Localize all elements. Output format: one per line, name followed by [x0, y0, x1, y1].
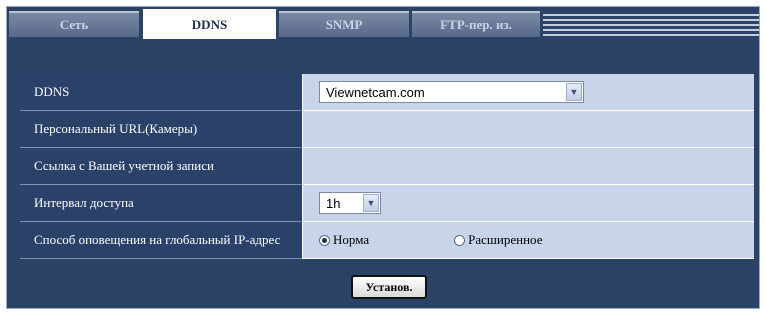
- row-access-interval: Интервал доступа 1h ▼: [20, 185, 754, 222]
- radio-extended[interactable]: Расширенное: [454, 232, 542, 248]
- personal-url-value: [302, 111, 754, 148]
- notification-label: Способ оповещения на глобальный IP-адрес: [20, 222, 302, 259]
- notification-radio-group: Норма Расширенное: [319, 232, 542, 248]
- tab-bar-stripes: [543, 11, 759, 37]
- personal-url-label: Персональный URL(Камеры): [20, 111, 302, 148]
- set-button[interactable]: Установ.: [351, 275, 427, 299]
- tab-network-label: Сеть: [59, 17, 89, 32]
- chevron-down-icon[interactable]: ▼: [566, 83, 582, 101]
- ddns-value-cell: Viewnetcam.com ▼: [302, 74, 754, 111]
- ddns-settings-table: DDNS Viewnetcam.com ▼ Персональный URL(К…: [20, 74, 754, 259]
- access-interval-select[interactable]: 1h ▼: [319, 192, 381, 214]
- tab-snmp[interactable]: SNMP: [279, 11, 409, 37]
- tab-ddns[interactable]: DDNS: [143, 9, 276, 39]
- tab-network[interactable]: Сеть: [9, 11, 139, 37]
- tab-bar: Сеть DDNS SNMP FTP-пер. из.: [7, 7, 759, 39]
- row-personal-url: Персональный URL(Камеры): [20, 111, 754, 148]
- account-link-value: [302, 148, 754, 185]
- tab-snmp-label: SNMP: [325, 17, 363, 32]
- row-notification: Способ оповещения на глобальный IP-адрес…: [20, 222, 754, 259]
- tab-ftp-label: FTP-пер. из.: [440, 17, 512, 32]
- radio-normal-label: Норма: [333, 232, 370, 247]
- chevron-down-icon[interactable]: ▼: [363, 194, 379, 212]
- radio-extended-button[interactable]: [454, 234, 466, 246]
- row-account-link: Ссылка с Вашей учетной записи: [20, 148, 754, 185]
- radio-extended-label: Расширенное: [468, 232, 543, 247]
- radio-normal[interactable]: Норма: [319, 232, 369, 248]
- tab-ftp[interactable]: FTP-пер. из.: [412, 11, 540, 37]
- access-interval-value: 1h: [326, 195, 341, 211]
- ddns-label: DDNS: [20, 74, 302, 111]
- access-interval-value-cell: 1h ▼: [302, 185, 754, 222]
- account-link-label: Ссылка с Вашей учетной записи: [20, 148, 302, 185]
- row-ddns: DDNS Viewnetcam.com ▼: [20, 74, 754, 111]
- tab-ddns-label: DDNS: [191, 17, 228, 32]
- ddns-service-value: Viewnetcam.com: [326, 84, 425, 100]
- radio-normal-button[interactable]: [319, 234, 330, 246]
- access-interval-label: Интервал доступа: [20, 185, 302, 222]
- ddns-service-select[interactable]: Viewnetcam.com ▼: [319, 81, 584, 103]
- notification-value-cell: Норма Расширенное: [302, 222, 754, 259]
